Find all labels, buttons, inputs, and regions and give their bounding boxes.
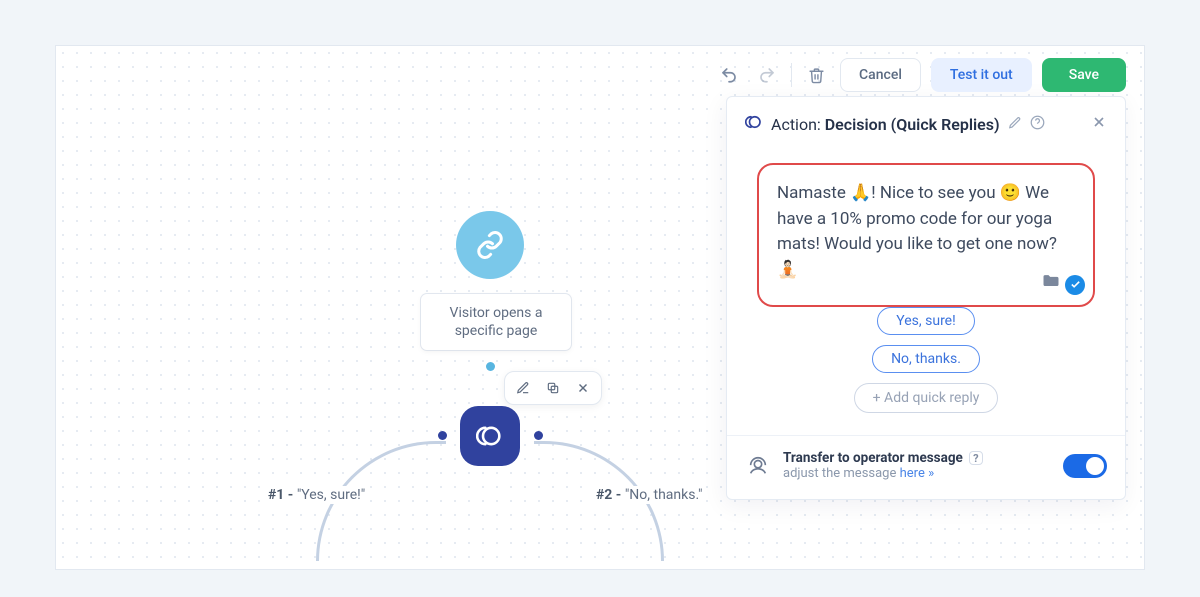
add-quick-reply-button[interactable]: + Add quick reply [854,383,999,413]
node-toolbar [504,371,602,405]
quick-reply-1[interactable]: Yes, sure! [877,307,974,335]
message-text: Namaste 🙏! Nice to see you 🙂 We have a 1… [777,183,1057,280]
transfer-toggle[interactable] [1063,454,1107,478]
test-button[interactable]: Test it out [931,58,1032,92]
save-button[interactable]: Save [1042,58,1126,92]
redo-icon[interactable] [753,61,781,89]
decision-icon [745,113,763,135]
rename-icon[interactable] [1008,115,1022,134]
decision-node[interactable] [460,406,520,466]
transfer-section: Transfer to operator message ? adjust th… [727,436,1125,499]
duplicate-node-icon[interactable] [541,376,565,400]
transfer-sub: adjust the message [783,466,900,481]
action-panel: Action: Decision (Quick Replies) Namaste… [726,96,1126,500]
branch-port-left[interactable] [438,431,447,440]
message-input[interactable]: Namaste 🙏! Nice to see you 🙂 We have a 1… [757,163,1095,307]
transfer-link[interactable]: here » [900,466,935,481]
edit-node-icon[interactable] [511,376,535,400]
validated-badge-icon [1065,275,1085,295]
help-icon[interactable] [1030,115,1045,134]
connector-dot [486,362,495,371]
toolbar-divider [791,63,792,87]
branch-label-1: #1 - "Yes, sure!" [264,486,369,504]
action-name: Decision (Quick Replies) [825,115,1000,134]
operator-icon [745,453,771,479]
action-label: Action: [771,115,821,134]
trigger-label: Visitor opens a specific page [421,294,571,350]
cancel-button[interactable]: Cancel [840,58,921,92]
info-icon[interactable]: ? [969,451,983,465]
attachment-icon[interactable] [1041,271,1061,300]
link-icon [475,230,505,260]
panel-header: Action: Decision (Quick Replies) [727,113,1125,147]
undo-icon[interactable] [715,61,743,89]
decision-icon [476,422,504,450]
trash-icon[interactable] [802,61,830,89]
branch-label-2: #2 - "No, thanks." [592,486,706,504]
delete-node-icon[interactable] [571,376,595,400]
quick-replies: Yes, sure! No, thanks. + Add quick reply [727,313,1125,435]
trigger-node[interactable] [456,211,524,279]
quick-reply-2[interactable]: No, thanks. [872,345,980,373]
flow-canvas[interactable]: Cancel Test it out Save Visitor opens a … [55,45,1145,570]
branch-port-right[interactable] [534,431,543,440]
close-panel-icon[interactable] [1091,114,1107,134]
transfer-title: Transfer to operator message [783,450,963,466]
canvas-toolbar: Cancel Test it out Save [715,58,1126,92]
